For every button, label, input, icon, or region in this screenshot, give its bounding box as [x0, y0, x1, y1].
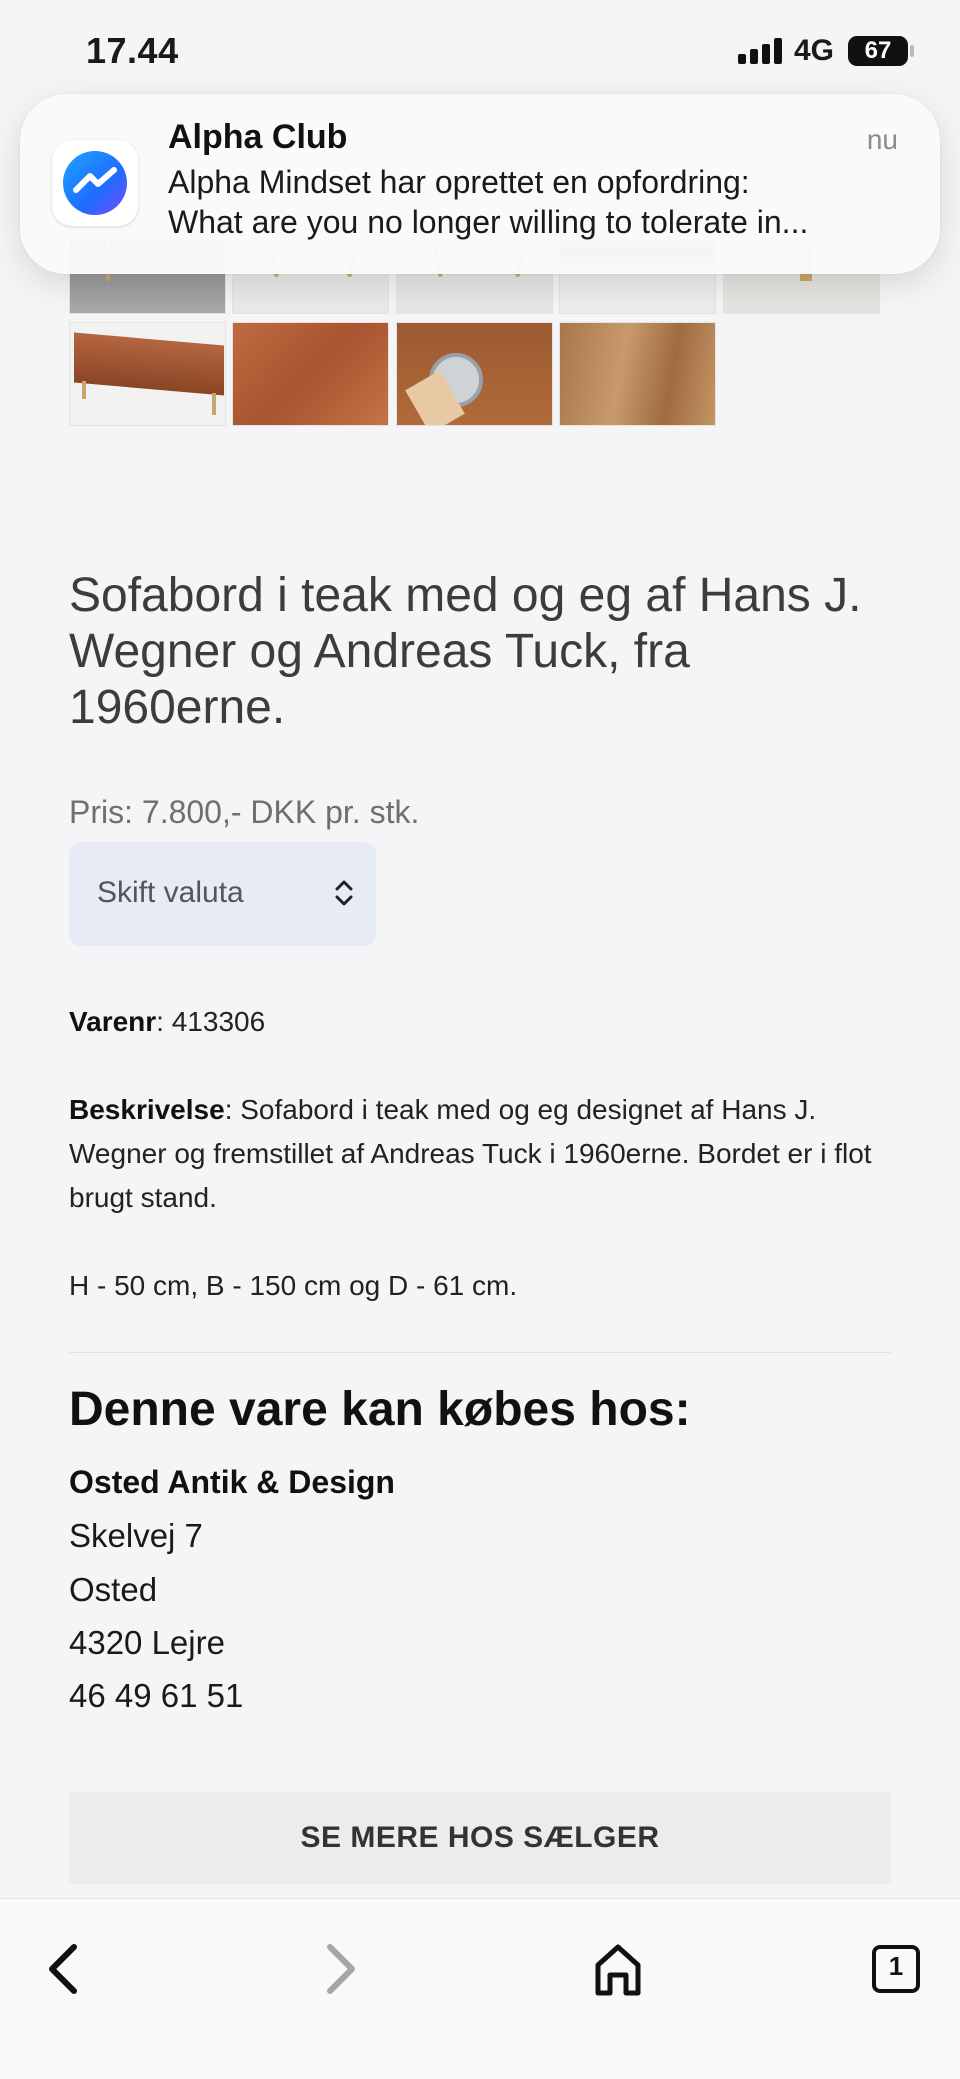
tabs-button[interactable]: 1 [856, 1929, 936, 2009]
home-icon [595, 1944, 641, 1996]
seller-street: Skelvej 7 [69, 1517, 203, 1554]
home-button[interactable] [578, 1929, 658, 2009]
status-time: 17.44 [86, 30, 179, 71]
gallery-thumb[interactable] [69, 322, 226, 426]
gallery-thumb[interactable] [232, 322, 389, 426]
seller-heading: Denne vare kan købes hos: [69, 1383, 691, 1436]
back-button[interactable] [24, 1929, 104, 2009]
seller-town: Osted [69, 1571, 158, 1608]
network-label: 4G [794, 34, 835, 67]
seller-name: Osted Antik & Design [69, 1464, 395, 1500]
messenger-icon [52, 140, 138, 226]
chevron-updown-icon [335, 880, 353, 906]
item-number-label: Varenr [69, 1006, 157, 1037]
item-number-value: : 413306 [156, 1006, 266, 1037]
status-bar: 17.44 4G 67 [0, 0, 960, 100]
currency-select[interactable]: Skift valuta [69, 842, 376, 946]
seller-city: 4320 Lejre [69, 1624, 225, 1661]
item-description-label: Beskrivelse [69, 1094, 225, 1125]
product-title: Sofabord i teak med og eg af Hans J. Weg… [69, 569, 862, 734]
chevron-left-icon [49, 1944, 77, 1994]
push-notification[interactable]: Alpha Club nu Alpha Mindset har oprettet… [20, 94, 940, 274]
browser-toolbar: 1 [0, 1898, 960, 2079]
item-description: Beskrivelse: Sofabord i teak med og eg d… [69, 1088, 899, 1220]
notification-time: nu [866, 124, 898, 155]
battery-icon: 67 [848, 36, 914, 66]
forward-button[interactable] [300, 1929, 380, 2009]
gallery-thumb[interactable] [559, 322, 716, 426]
notification-line-2: What are you no longer willing to tolera… [168, 204, 809, 240]
divider [69, 1352, 891, 1353]
notification-app-name: Alpha Club [168, 118, 348, 156]
product-price: Pris: 7.800,- DKK pr. stk. [69, 794, 420, 830]
seller-phone[interactable]: 46 49 61 51 [69, 1677, 243, 1715]
see-more-at-seller-button[interactable]: SE MERE HOS SÆLGER [69, 1792, 891, 1884]
tabs-count: 1 [888, 1951, 904, 1981]
notification-line-1: Alpha Mindset har oprettet en opfordring… [168, 164, 750, 200]
item-number: Varenr: 413306 [69, 1000, 899, 1044]
item-dimensions: H - 50 cm, B - 150 cm og D - 61 cm. [69, 1270, 518, 1301]
gallery-thumb[interactable] [396, 322, 553, 426]
signal-icon [738, 38, 784, 64]
currency-select-label: Skift valuta [97, 876, 244, 909]
chevron-right-icon [327, 1944, 355, 1994]
